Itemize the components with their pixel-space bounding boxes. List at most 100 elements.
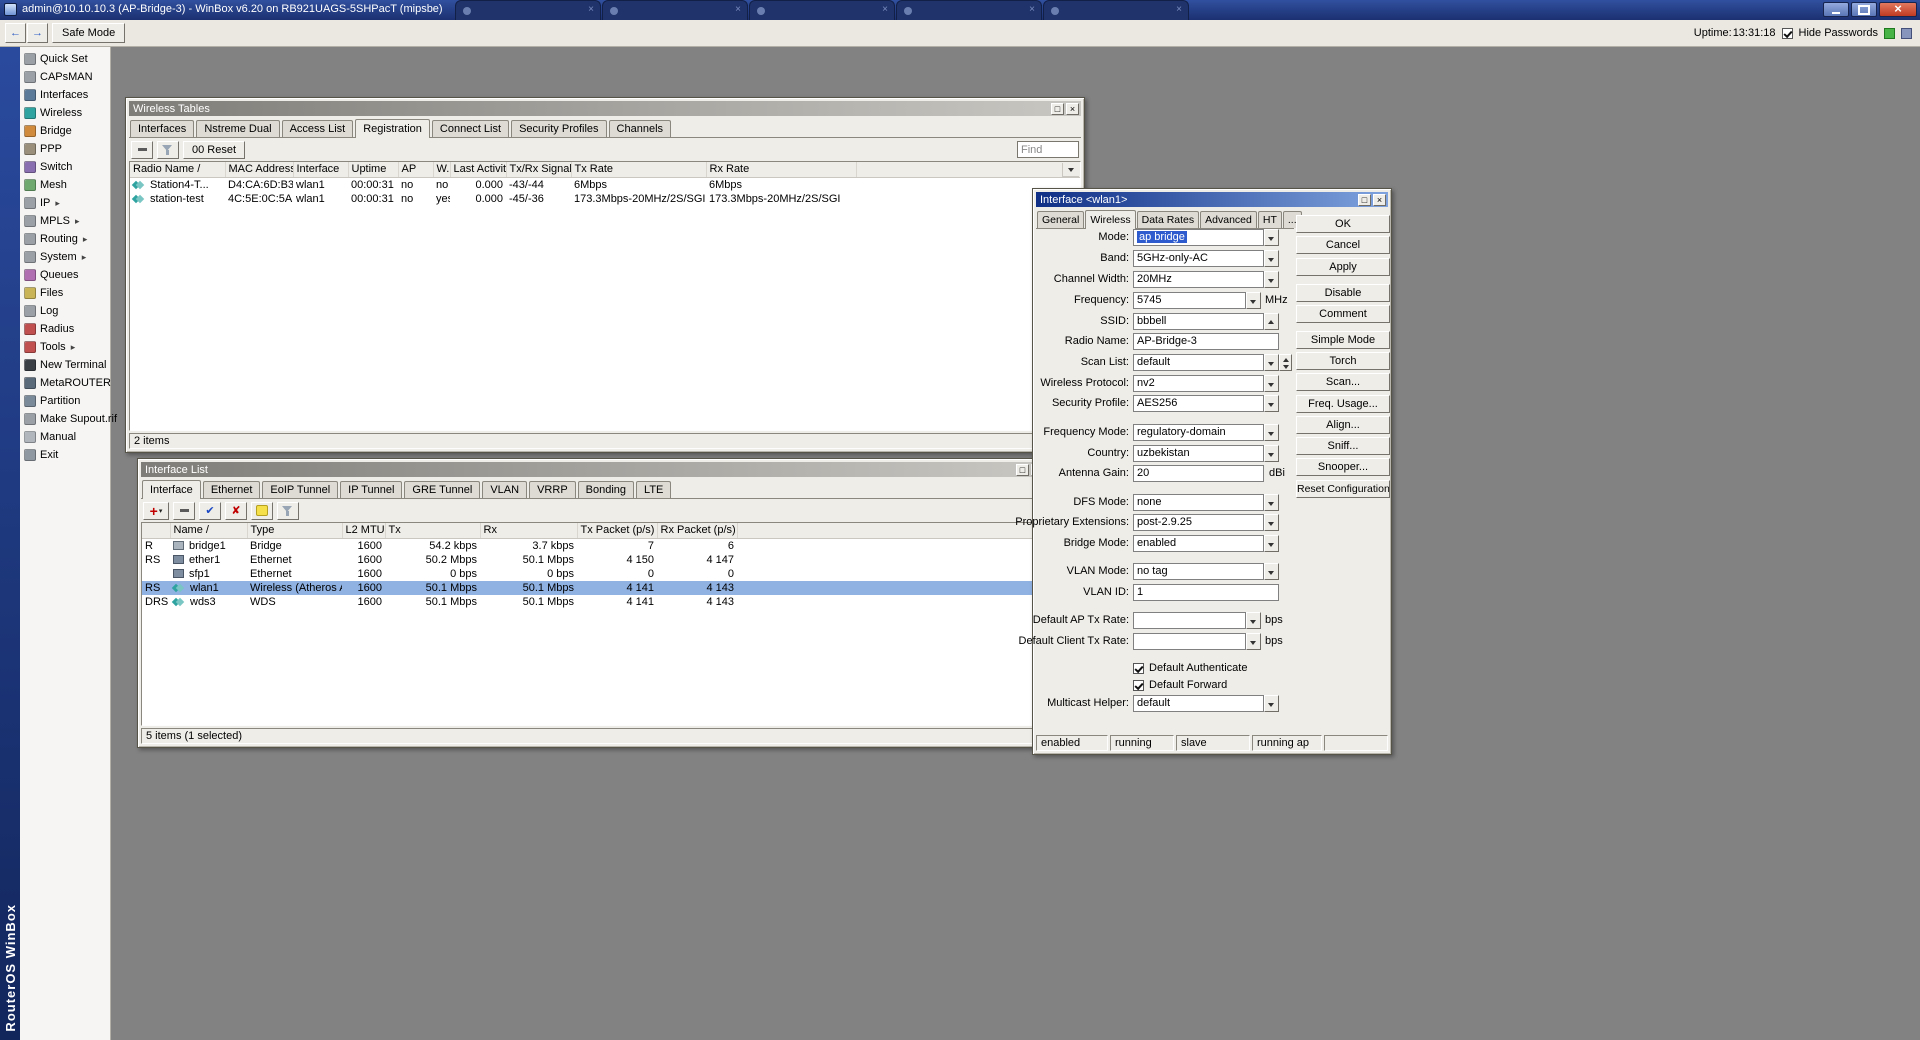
default-authenticate-checkbox[interactable]: [1133, 662, 1144, 674]
scan-list-spinner-button[interactable]: [1279, 354, 1292, 371]
find-input[interactable]: [1017, 141, 1079, 158]
col-rx-packet[interactable]: Rx Packet (p/s): [657, 523, 738, 539]
tab-data-rates[interactable]: Data Rates: [1136, 211, 1200, 228]
sidebar-item-interfaces[interactable]: Interfaces: [20, 86, 110, 104]
browser-tab[interactable]: ×: [455, 0, 601, 20]
col-flags[interactable]: [142, 523, 171, 539]
tab-ht[interactable]: HT: [1257, 211, 1282, 228]
scan-list-dropdown-button[interactable]: [1264, 354, 1279, 371]
interface-row-wds3[interactable]: DRS wds3 WDS 1600 50.1 Mbps 50.1 Mbps 4 …: [142, 595, 1045, 609]
channel-width-field[interactable]: 20MHz: [1133, 271, 1264, 288]
sidebar-item-new-terminal[interactable]: New Terminal: [20, 356, 110, 374]
wireless-protocol-dropdown-button[interactable]: [1264, 375, 1279, 392]
sidebar-item-ppp[interactable]: PPP: [20, 140, 110, 158]
sidebar-item-mesh[interactable]: Mesh: [20, 176, 110, 194]
tab-ethernet[interactable]: Ethernet: [202, 481, 261, 498]
hide-passwords-checkbox[interactable]: [1781, 27, 1793, 39]
safe-mode-button[interactable]: Safe Mode: [52, 23, 126, 43]
browser-tab[interactable]: ×: [749, 0, 895, 20]
col-tx[interactable]: Tx: [385, 523, 481, 539]
tab-connect-list[interactable]: Connect List: [431, 120, 510, 137]
tab-general[interactable]: General: [1037, 211, 1085, 228]
tab-vrrp[interactable]: VRRP: [529, 481, 576, 498]
col-radio-name[interactable]: Radio Name /: [130, 162, 226, 178]
sidebar-item-system[interactable]: System: [20, 248, 110, 266]
col-last-activity[interactable]: Last Activit...: [450, 162, 507, 178]
sidebar-item-ip[interactable]: IP: [20, 194, 110, 212]
add-button[interactable]: + ▾: [143, 501, 169, 520]
scan-button[interactable]: Scan...: [1296, 373, 1390, 391]
filter-button[interactable]: [157, 140, 179, 159]
multicast-helper-dropdown-button[interactable]: [1264, 695, 1279, 712]
tab-interfaces[interactable]: Interfaces: [130, 120, 195, 137]
column-select-button[interactable]: [1062, 163, 1079, 177]
frequency-mode-field[interactable]: regulatory-domain: [1133, 424, 1264, 441]
radio-name-field[interactable]: AP-Bridge-3: [1133, 333, 1279, 350]
mode-dropdown-button[interactable]: [1264, 229, 1279, 246]
reset-button[interactable]: 00 Reset: [183, 140, 246, 159]
filter-button[interactable]: [277, 501, 299, 520]
tab-vlan[interactable]: VLAN: [482, 481, 528, 498]
interface-row-bridge1[interactable]: R bridge1 Bridge 1600 54.2 kbps 3.7 kbps…: [142, 538, 1045, 553]
tab-close-icon[interactable]: ×: [735, 4, 741, 15]
channel-width-dropdown-button[interactable]: [1264, 271, 1279, 288]
sidebar-item-files[interactable]: Files: [20, 284, 110, 302]
sidebar-item-radius[interactable]: Radius: [20, 320, 110, 338]
tab-lte[interactable]: LTE: [636, 481, 672, 498]
sidebar-item-exit[interactable]: Exit: [20, 446, 110, 464]
col-uptime[interactable]: Uptime: [348, 162, 399, 178]
comment-button[interactable]: [251, 501, 273, 520]
tab-gre-tunnel[interactable]: GRE Tunnel: [404, 481, 481, 498]
default-ap-tx-rate-field[interactable]: [1133, 612, 1246, 629]
dfs-mode-field[interactable]: none: [1133, 494, 1264, 511]
tab-close-icon[interactable]: ×: [1176, 4, 1182, 15]
col-type[interactable]: Type: [247, 523, 343, 539]
sidebar-item-tools[interactable]: Tools: [20, 338, 110, 356]
tab-close-icon[interactable]: ×: [882, 4, 888, 15]
apply-button[interactable]: Apply: [1296, 258, 1390, 276]
close-button[interactable]: [1879, 2, 1917, 17]
restore-button[interactable]: □: [1051, 102, 1064, 115]
tab-close-icon[interactable]: ×: [1029, 4, 1035, 15]
remove-button[interactable]: [131, 140, 153, 159]
sidebar-item-bridge[interactable]: Bridge: [20, 122, 110, 140]
browser-tab[interactable]: ×: [896, 0, 1042, 20]
col-wds[interactable]: W...: [433, 162, 451, 178]
restore-button[interactable]: □: [1358, 193, 1371, 206]
cancel-button[interactable]: Cancel: [1296, 236, 1390, 254]
col-ap[interactable]: AP: [398, 162, 434, 178]
frequency-mode-dropdown-button[interactable]: [1264, 424, 1279, 441]
multicast-helper-field[interactable]: default: [1133, 695, 1264, 712]
interface-row-wlan1[interactable]: RS wlan1 Wireless (Atheros AR9... 1600 5…: [142, 580, 1045, 595]
sidebar-item-partition[interactable]: Partition: [20, 392, 110, 410]
vlan-mode-dropdown-button[interactable]: [1264, 563, 1279, 580]
sidebar-item-switch[interactable]: Switch: [20, 158, 110, 176]
sidebar-item-routing[interactable]: Routing: [20, 230, 110, 248]
freq-usage-button[interactable]: Freq. Usage...: [1296, 395, 1390, 413]
country-dropdown-button[interactable]: [1264, 445, 1279, 462]
tab-interface[interactable]: Interface: [142, 480, 201, 499]
undo-icon[interactable]: [5, 23, 26, 43]
tab-channels[interactable]: Channels: [608, 120, 672, 137]
disable-button[interactable]: ✘: [225, 501, 247, 520]
sidebar-item-mpls[interactable]: MPLS: [20, 212, 110, 230]
interface-row-sfp1[interactable]: sfp1 Ethernet 1600 0 bps 0 bps 0 0: [142, 567, 1045, 581]
bridge-mode-dropdown-button[interactable]: [1264, 535, 1279, 552]
remove-button[interactable]: [173, 501, 195, 520]
wireless-protocol-field[interactable]: nv2: [1133, 375, 1264, 392]
browser-tab[interactable]: ×: [602, 0, 748, 20]
sidebar-item-capsman[interactable]: CAPsMAN: [20, 68, 110, 86]
vlan-id-field[interactable]: 1: [1133, 584, 1279, 601]
torch-button[interactable]: Torch: [1296, 352, 1390, 370]
band-dropdown-button[interactable]: [1264, 250, 1279, 267]
sniff-button[interactable]: Sniff...: [1296, 437, 1390, 455]
align-button[interactable]: Align...: [1296, 416, 1390, 434]
default-client-tx-rate-dropdown-button[interactable]: [1246, 633, 1261, 650]
tab-registration[interactable]: Registration: [355, 119, 430, 138]
registration-row[interactable]: Station4-T... D4:CA:6D:B3:FA:3F wlan1 00…: [130, 177, 1080, 192]
ssid-field[interactable]: bbbell: [1133, 313, 1264, 330]
restore-button[interactable]: □: [1016, 463, 1029, 476]
security-profile-field[interactable]: AES256: [1133, 395, 1264, 412]
ssid-collapse-button[interactable]: [1264, 313, 1279, 330]
sidebar-item-wireless[interactable]: Wireless: [20, 104, 110, 122]
